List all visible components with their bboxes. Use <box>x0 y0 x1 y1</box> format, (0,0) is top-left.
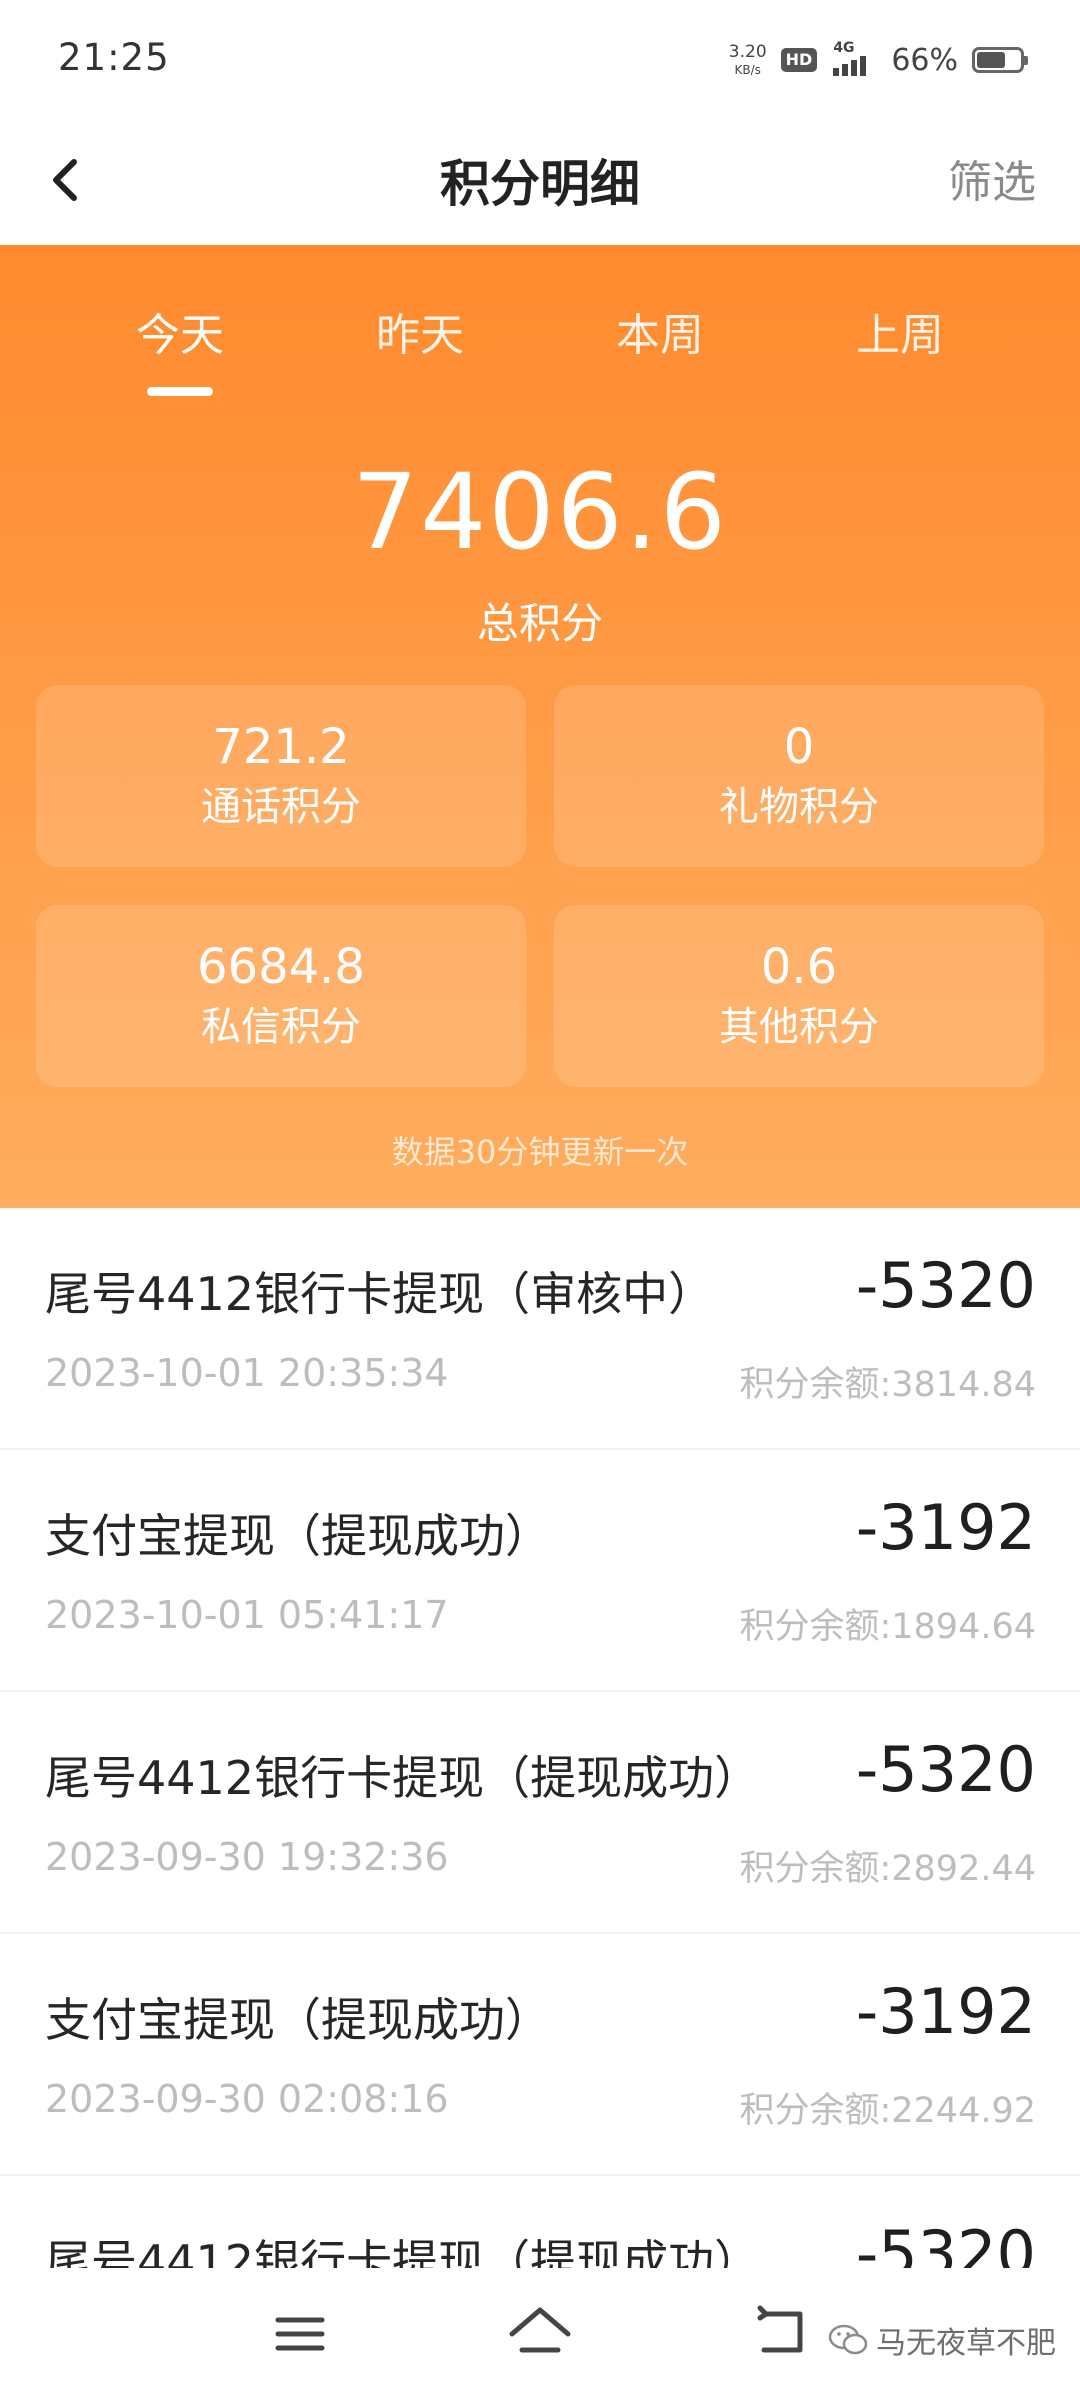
network-speed-value: 3.20 <box>728 42 767 62</box>
record-balance: 积分余额:2892.44 <box>739 1849 1036 1889</box>
battery-percent: 66% <box>891 42 958 78</box>
period-tabs: 今天 昨天 本周 上周 <box>0 299 1080 409</box>
record-time: 2023-09-30 02:08:16 <box>45 2077 449 2121</box>
tab-label: 本周 <box>616 310 704 361</box>
tab-label: 今天 <box>136 310 224 361</box>
record-amount: -3192 <box>855 1975 1036 2048</box>
tab-yesterday[interactable]: 昨天 <box>320 299 520 363</box>
record-amount: -5320 <box>855 2217 1036 2268</box>
list-item[interactable]: 尾号4412银行卡提现（审核中） -5320 2023-10-01 20:35:… <box>0 1208 1080 1450</box>
record-amount: -3192 <box>855 1491 1036 1564</box>
record-amount: -5320 <box>855 1249 1036 1322</box>
stat-label: 礼物积分 <box>719 784 879 830</box>
tab-this-week[interactable]: 本周 <box>560 299 760 363</box>
message-points-card: 6684.8 私信积分 <box>36 905 526 1087</box>
stat-value: 721.2 <box>212 719 350 775</box>
status-time: 21:25 <box>58 36 170 79</box>
menu-icon[interactable] <box>260 2294 340 2374</box>
update-frequency-note: 数据30分钟更新一次 <box>391 1133 689 1171</box>
list-item[interactable]: 尾号4412银行卡提现（提现成功） -5320 2023-09-30 19:32… <box>0 1692 1080 1934</box>
tab-label: 昨天 <box>376 310 464 361</box>
system-navigation-bar: 马无夜草不肥 <box>0 2268 1080 2400</box>
total-points-label: 总积分 <box>476 599 603 648</box>
list-item[interactable]: 支付宝提现（提现成功） -3192 2023-10-01 05:41:17 积分… <box>0 1450 1080 1692</box>
tab-today[interactable]: 今天 <box>80 299 280 396</box>
total-points-value: 7406.6 <box>352 451 728 573</box>
record-balance: 积分余额:2244.92 <box>739 2091 1036 2131</box>
gift-points-card: 0 礼物积分 <box>554 685 1044 867</box>
list-item[interactable]: 尾号4412银行卡提现（提现成功） -5320 <box>0 2176 1080 2268</box>
record-balance: 积分余额:1894.64 <box>739 1607 1036 1647</box>
hd-icon: HD <box>780 48 818 72</box>
points-summary-panel: 今天 昨天 本周 上周 7406.6 总积分 721.2 通话积分 0 礼物积分… <box>0 245 1080 1208</box>
stat-value: 0 <box>783 719 815 775</box>
stat-label: 通话积分 <box>201 784 361 830</box>
record-title: 支付宝提现（提现成功） <box>45 1509 551 1563</box>
back-icon[interactable] <box>740 2294 820 2374</box>
filter-button[interactable]: 筛选 <box>948 146 1036 210</box>
watermark: 马无夜草不肥 <box>828 2318 1056 2362</box>
list-item[interactable]: 支付宝提现（提现成功） -3192 2023-09-30 02:08:16 积分… <box>0 1934 1080 2176</box>
other-points-card: 0.6 其他积分 <box>554 905 1044 1087</box>
record-title: 支付宝提现（提现成功） <box>45 1993 551 2047</box>
record-time: 2023-10-01 20:35:34 <box>45 1351 449 1395</box>
record-amount: -5320 <box>855 1733 1036 1806</box>
status-bar: 21:25 3.20 KB/s HD 4G 66% <box>0 0 1080 120</box>
record-title: 尾号4412银行卡提现（提现成功） <box>45 1751 761 1805</box>
network-speed-unit: KB/s <box>734 63 761 77</box>
points-records-list[interactable]: 尾号4412银行卡提现（审核中） -5320 2023-10-01 20:35:… <box>0 1208 1080 2268</box>
network-type-label: 4G <box>833 40 855 56</box>
record-title: 尾号4412银行卡提现（审核中） <box>45 1267 715 1321</box>
active-tab-indicator <box>147 387 213 396</box>
tab-last-week[interactable]: 上周 <box>800 299 1000 363</box>
battery-icon <box>972 47 1028 73</box>
network-speed: 3.20 KB/s <box>728 42 767 77</box>
record-title: 尾号4412银行卡提现（提现成功） <box>45 2235 761 2268</box>
watermark-text: 马无夜草不肥 <box>876 2326 1056 2361</box>
call-points-card: 721.2 通话积分 <box>36 685 526 867</box>
record-balance: 积分余额:3814.84 <box>739 1365 1036 1405</box>
stat-value: 0.6 <box>760 939 838 995</box>
header: 积分明细 筛选 <box>0 120 1080 245</box>
record-time: 2023-10-01 05:41:17 <box>45 1593 449 1637</box>
page-title: 积分明细 <box>440 155 640 213</box>
stat-label: 其他积分 <box>719 1004 879 1050</box>
tab-label: 上周 <box>856 310 944 361</box>
stat-value: 6684.8 <box>197 939 365 995</box>
signal-icon: 4G <box>831 40 877 78</box>
status-indicators: 3.20 KB/s HD 4G 66% <box>728 38 1028 82</box>
wechat-icon <box>828 2324 868 2355</box>
record-time: 2023-09-30 19:32:36 <box>45 1835 449 1879</box>
home-icon[interactable] <box>500 2294 580 2374</box>
stat-label: 私信积分 <box>201 1004 361 1050</box>
